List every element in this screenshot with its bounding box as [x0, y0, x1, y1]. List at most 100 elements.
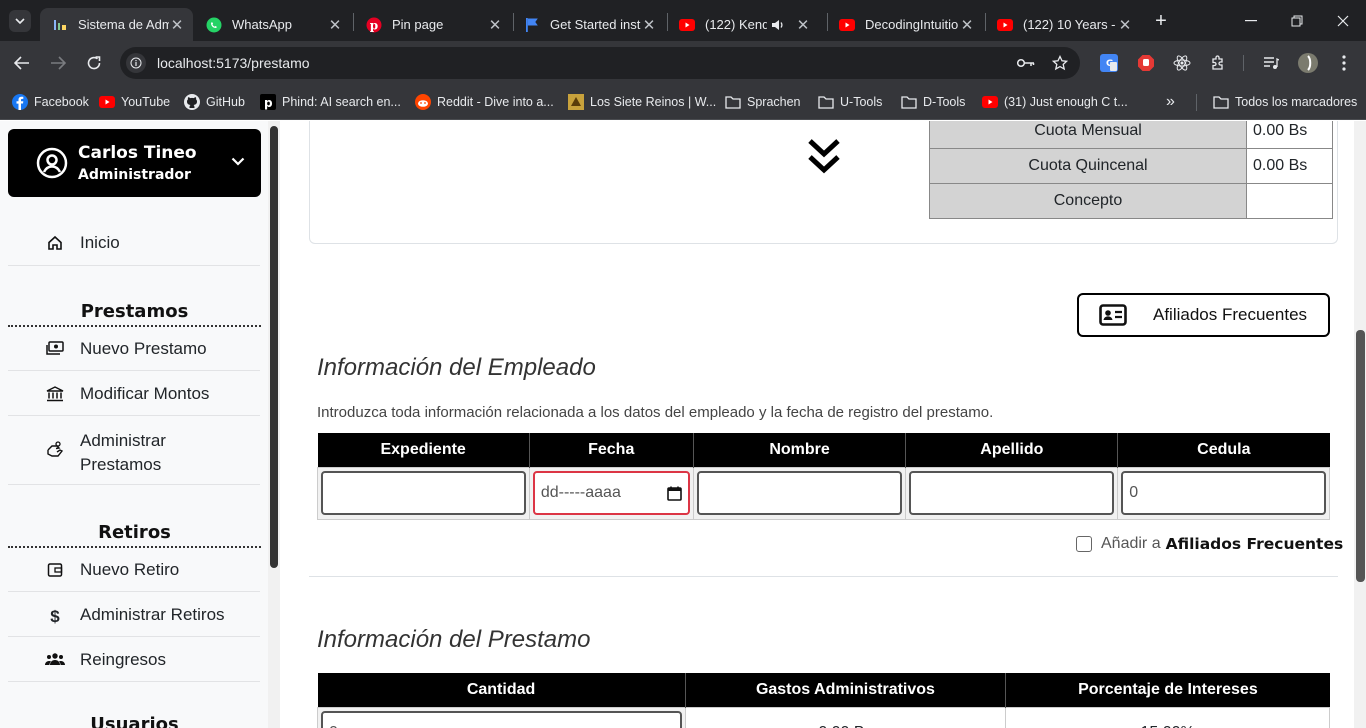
- tab-youtube-10years[interactable]: (122) 10 Years - Kid ✕: [989, 8, 1141, 41]
- all-bookmarks-folder[interactable]: Todos los marcadores: [1213, 93, 1357, 111]
- profile-avatar-icon[interactable]: [1297, 52, 1319, 74]
- user-name: Carlos Tineo: [78, 143, 197, 163]
- adblock-icon[interactable]: [1136, 53, 1156, 73]
- nav-modificar-montos[interactable]: Modificar Montos: [8, 384, 260, 416]
- close-tab-icon[interactable]: ✕: [169, 16, 185, 34]
- nav-inicio[interactable]: Inicio: [8, 233, 260, 266]
- bookmark-star-icon[interactable]: [1050, 53, 1070, 73]
- column-header-fecha: Fecha: [528, 433, 694, 467]
- bookmark-siete-reinos[interactable]: Los Siete Reinos | W...: [568, 93, 716, 111]
- minimize-icon[interactable]: [1240, 10, 1262, 32]
- sidebar-scrollbar-thumb[interactable]: [270, 126, 278, 568]
- browser-toolbar: localhost:5173/prestamo G: [0, 41, 1366, 85]
- tab-youtube-decoding[interactable]: DecodingIntuition ✕: [831, 8, 983, 41]
- tab-app[interactable]: Sistema de Administración de Prestamos ✕: [40, 8, 193, 41]
- translate-icon[interactable]: G: [1099, 53, 1119, 73]
- section-divider: [8, 325, 261, 327]
- tab-search-icon[interactable]: [9, 10, 31, 32]
- bookmark-folder-utools[interactable]: U-Tools: [818, 93, 882, 111]
- add-frequent-checkbox-row[interactable]: Añadir a Afiliados Frecuentes: [1076, 535, 1343, 553]
- column-header-cedula: Cedula: [1117, 433, 1330, 467]
- bookmark-reddit[interactable]: Reddit - Dive into a...: [415, 93, 554, 111]
- bookmark-facebook[interactable]: Facebook: [12, 93, 89, 111]
- forward-icon[interactable]: [48, 53, 68, 73]
- tab-pinterest[interactable]: p Pin page ✕: [356, 8, 511, 41]
- bookmark-folder-sprachen[interactable]: Sprachen: [725, 93, 801, 111]
- wallet-icon: [42, 560, 68, 578]
- afiliados-frecuentes-button[interactable]: Afiliados Frecuentes: [1077, 293, 1330, 337]
- fecha-date-input[interactable]: dd-----aaaa: [532, 471, 690, 515]
- tab-get-started[interactable]: Get Started instantly ✕: [516, 8, 665, 41]
- nav-administrar-prestamos[interactable]: Administrar Prestamos: [8, 429, 260, 485]
- chevron-down-icon[interactable]: [231, 157, 245, 166]
- nav-administrar-retiros[interactable]: $ Administrar Retiros: [8, 605, 260, 637]
- expediente-input[interactable]: [321, 471, 526, 515]
- nav-label: Nuevo Prestamo: [80, 339, 207, 358]
- bookmark-label: (31) Just enough C t...: [1004, 95, 1128, 109]
- column-header-apellido: Apellido: [905, 433, 1118, 467]
- bookmarks-overflow-button[interactable]: »: [1166, 93, 1175, 111]
- tab-title: (122) Kendrick Lamar: [705, 17, 767, 32]
- bookmark-just-enough-c[interactable]: (31) Just enough C t...: [982, 93, 1128, 111]
- reload-icon[interactable]: [84, 53, 104, 73]
- user-profile-card[interactable]: Carlos Tineo Administrador: [8, 129, 261, 197]
- nav-reingresos[interactable]: Reingresos: [8, 650, 260, 682]
- browser-menu-icon[interactable]: [1334, 53, 1354, 73]
- summary-label: Cuota Quincenal: [929, 148, 1247, 184]
- restore-icon[interactable]: [1286, 10, 1308, 32]
- summary-table: Cuota Mensual 0.00 Bs Cuota Quincenal 0.…: [929, 121, 1333, 219]
- nav-nuevo-prestamo[interactable]: Nuevo Prestamo: [8, 339, 260, 371]
- close-tab-icon[interactable]: ✕: [795, 16, 811, 34]
- summary-label: Cuota Mensual: [929, 121, 1247, 149]
- close-tab-icon[interactable]: ✕: [487, 16, 503, 34]
- password-key-icon[interactable]: [1016, 53, 1036, 73]
- double-chevron-down-icon[interactable]: [807, 138, 841, 176]
- table-cell: 0: [1117, 466, 1330, 520]
- new-tab-icon[interactable]: +: [1150, 10, 1172, 32]
- folder-icon: [725, 94, 741, 110]
- date-placeholder: dd-----aaaa: [540, 484, 621, 501]
- main-content: Cuota Mensual 0.00 Bs Cuota Quincenal 0.…: [280, 121, 1366, 728]
- summary-value: 0.00 Bs: [1246, 121, 1333, 149]
- tab-title: Get Started instantly: [550, 17, 641, 32]
- summary-row: Concepto: [929, 183, 1333, 219]
- loan-table: Cantidad Gastos Administrativos Porcenta…: [317, 673, 1330, 728]
- back-icon[interactable]: [12, 53, 32, 73]
- browser-tab-strip: Sistema de Administración de Prestamos ✕…: [0, 0, 1366, 41]
- bookmark-youtube[interactable]: YouTube: [99, 93, 170, 111]
- cedula-input[interactable]: 0: [1121, 471, 1326, 515]
- cash-icon: [42, 339, 68, 355]
- close-tab-icon[interactable]: ✕: [641, 16, 657, 34]
- apellido-input[interactable]: [909, 471, 1115, 515]
- close-tab-icon[interactable]: ✕: [1117, 16, 1133, 34]
- tab-title: Sistema de Administración de Prestamos: [78, 17, 169, 32]
- site-info-icon[interactable]: [126, 53, 146, 73]
- address-bar[interactable]: localhost:5173/prestamo: [120, 47, 1080, 79]
- media-control-icon[interactable]: [1261, 53, 1281, 73]
- table-cell: dd-----aaaa: [528, 466, 694, 520]
- speaker-icon[interactable]: [771, 19, 785, 31]
- tab-whatsapp[interactable]: WhatsApp ✕: [196, 8, 351, 41]
- add-frequent-checkbox[interactable]: [1076, 536, 1092, 552]
- gastos-value: 0.00 Bs: [684, 706, 1007, 728]
- bookmark-folder-dtools[interactable]: D-Tools: [901, 93, 965, 111]
- bookmark-phind[interactable]: p Phind: AI search en...: [260, 93, 401, 111]
- nav-nuevo-retiro[interactable]: Nuevo Retiro: [8, 560, 260, 592]
- main-scrollbar-thumb[interactable]: [1356, 330, 1365, 582]
- bank-icon: [42, 384, 68, 402]
- calendar-icon[interactable]: [666, 486, 682, 501]
- bookmark-label: Reddit - Dive into a...: [437, 95, 554, 109]
- nombre-input[interactable]: [696, 471, 903, 515]
- close-tab-icon[interactable]: ✕: [327, 16, 343, 34]
- bookmark-label: U-Tools: [840, 95, 883, 109]
- folder-icon: [818, 94, 834, 110]
- cantidad-input[interactable]: 0: [321, 711, 682, 728]
- close-tab-icon[interactable]: ✕: [959, 16, 975, 34]
- react-devtools-icon[interactable]: [1172, 53, 1192, 73]
- summary-card: Cuota Mensual 0.00 Bs Cuota Quincenal 0.…: [309, 121, 1338, 244]
- bookmark-github[interactable]: GitHub: [184, 93, 245, 111]
- tab-youtube-kendrick[interactable]: (122) Kendrick Lamar ✕: [671, 8, 824, 41]
- extensions-icon[interactable]: [1208, 53, 1228, 73]
- close-window-icon[interactable]: [1332, 10, 1354, 32]
- table-cell: [905, 466, 1119, 520]
